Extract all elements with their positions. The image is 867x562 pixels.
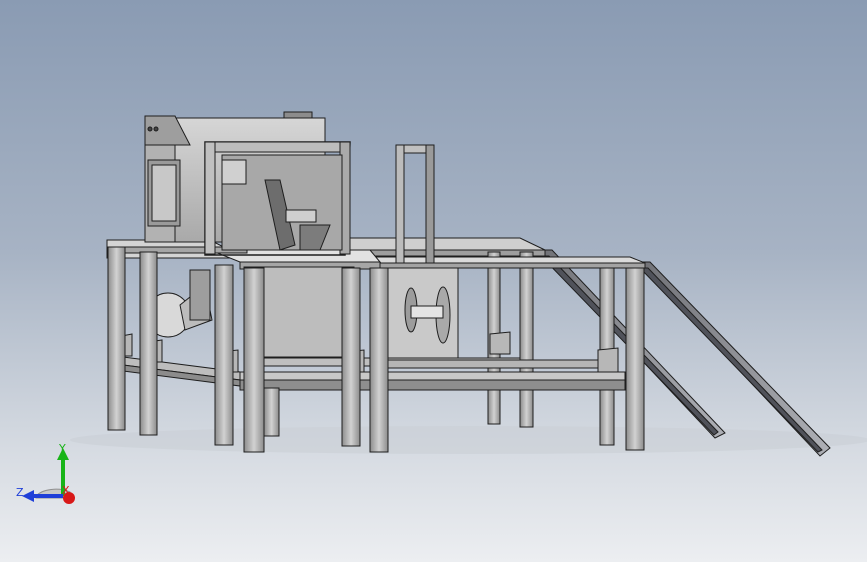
portal-frame[interactable] [204,141,351,256]
rear-table-top[interactable] [344,237,546,257]
coordinate-triad: Y Z X [16,442,75,504]
ground-shadow [70,426,867,454]
y-axis-label: Y [58,442,66,455]
discharge-chute-right[interactable] [635,261,831,457]
x-axis-label: X [62,484,70,497]
cad-viewport[interactable]: Y Z X [0,0,867,562]
lower-frame-beams[interactable] [107,354,626,391]
z-axis-arrow [22,490,34,502]
right-table-top[interactable] [369,256,646,269]
assembly-model[interactable] [0,0,867,562]
z-axis-label: Z [16,486,24,499]
